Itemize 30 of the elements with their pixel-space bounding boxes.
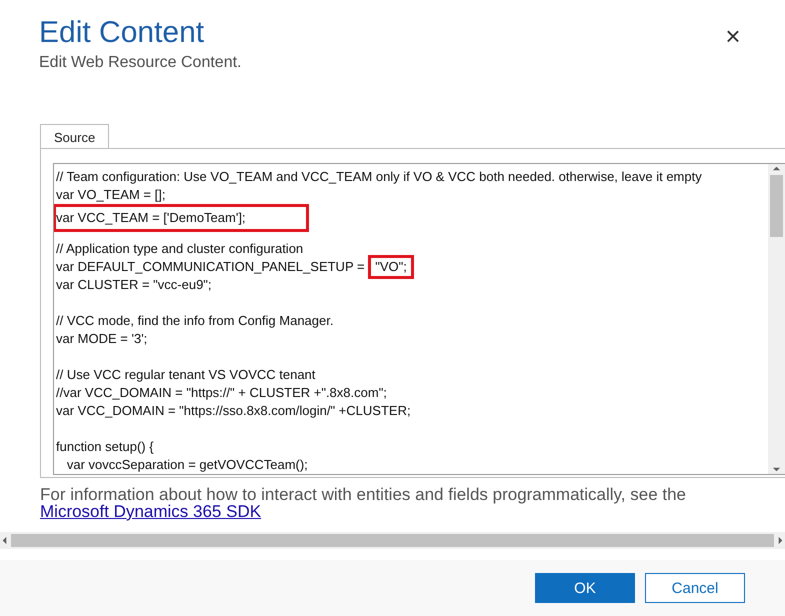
highlighted-code: var VCC_TEAM = ['DemoTeam']; (54, 204, 309, 232)
scrollbar-thumb[interactable] (770, 175, 783, 237)
scrollbar-thumb[interactable] (11, 534, 774, 547)
code-line: // Use VCC regular tenant VS VOVCC tenant (56, 366, 316, 384)
scroll-down-icon[interactable] (772, 465, 781, 474)
code-line: var VO_TEAM = []; (56, 186, 166, 204)
ok-button[interactable]: OK (535, 573, 635, 603)
code-line: var vovccSeparation = getVOVCCTeam(); (66, 456, 308, 474)
highlighted-code: "VO"; (368, 255, 414, 279)
scroll-left-icon[interactable] (0, 536, 9, 545)
code-line: // VCC mode, find the info from Config Manager. (56, 312, 334, 330)
vertical-scrollbar[interactable] (768, 164, 785, 474)
info-text: For information about how to interact with entities and fields programmatically, see the Microsoft Dynamics 365 SDK (40, 486, 687, 520)
code-line: var VCC_DOMAIN = "https://sso.8x8.com/login/" +CLUSTER; (56, 402, 411, 420)
dialog-title: Edit Content (39, 15, 206, 51)
sdk-link[interactable]: Microsoft Dynamics 365 SDK (40, 502, 262, 521)
code-line: var CLUSTER = "vcc-eu9"; (56, 276, 212, 294)
scroll-right-icon[interactable] (776, 536, 785, 545)
cancel-button[interactable]: Cancel (645, 573, 745, 603)
code-line: //var VCC_DOMAIN = "https://" + CLUSTER +".8x8.com"; (56, 384, 387, 402)
code-line: // Team configuration: Use VO_TEAM and VCC_TEAM only if VO & VCC both needed. otherwise, leave it empty (56, 168, 702, 186)
horizontal-scrollbar[interactable] (0, 532, 785, 549)
close-button[interactable]: × (721, 22, 745, 50)
code-line: function setup() { (56, 438, 154, 456)
scroll-up-icon[interactable] (772, 164, 781, 173)
dialog-subtitle: Edit Web Resource Content. (39, 54, 242, 72)
code-line: var MODE = '3'; (56, 330, 148, 348)
code-line: // Application type and cluster configuration (56, 240, 304, 258)
source-tab[interactable]: Source (40, 124, 110, 148)
code-line: var DEFAULT_COMMUNICATION_PANEL_SETUP = (56, 258, 366, 276)
